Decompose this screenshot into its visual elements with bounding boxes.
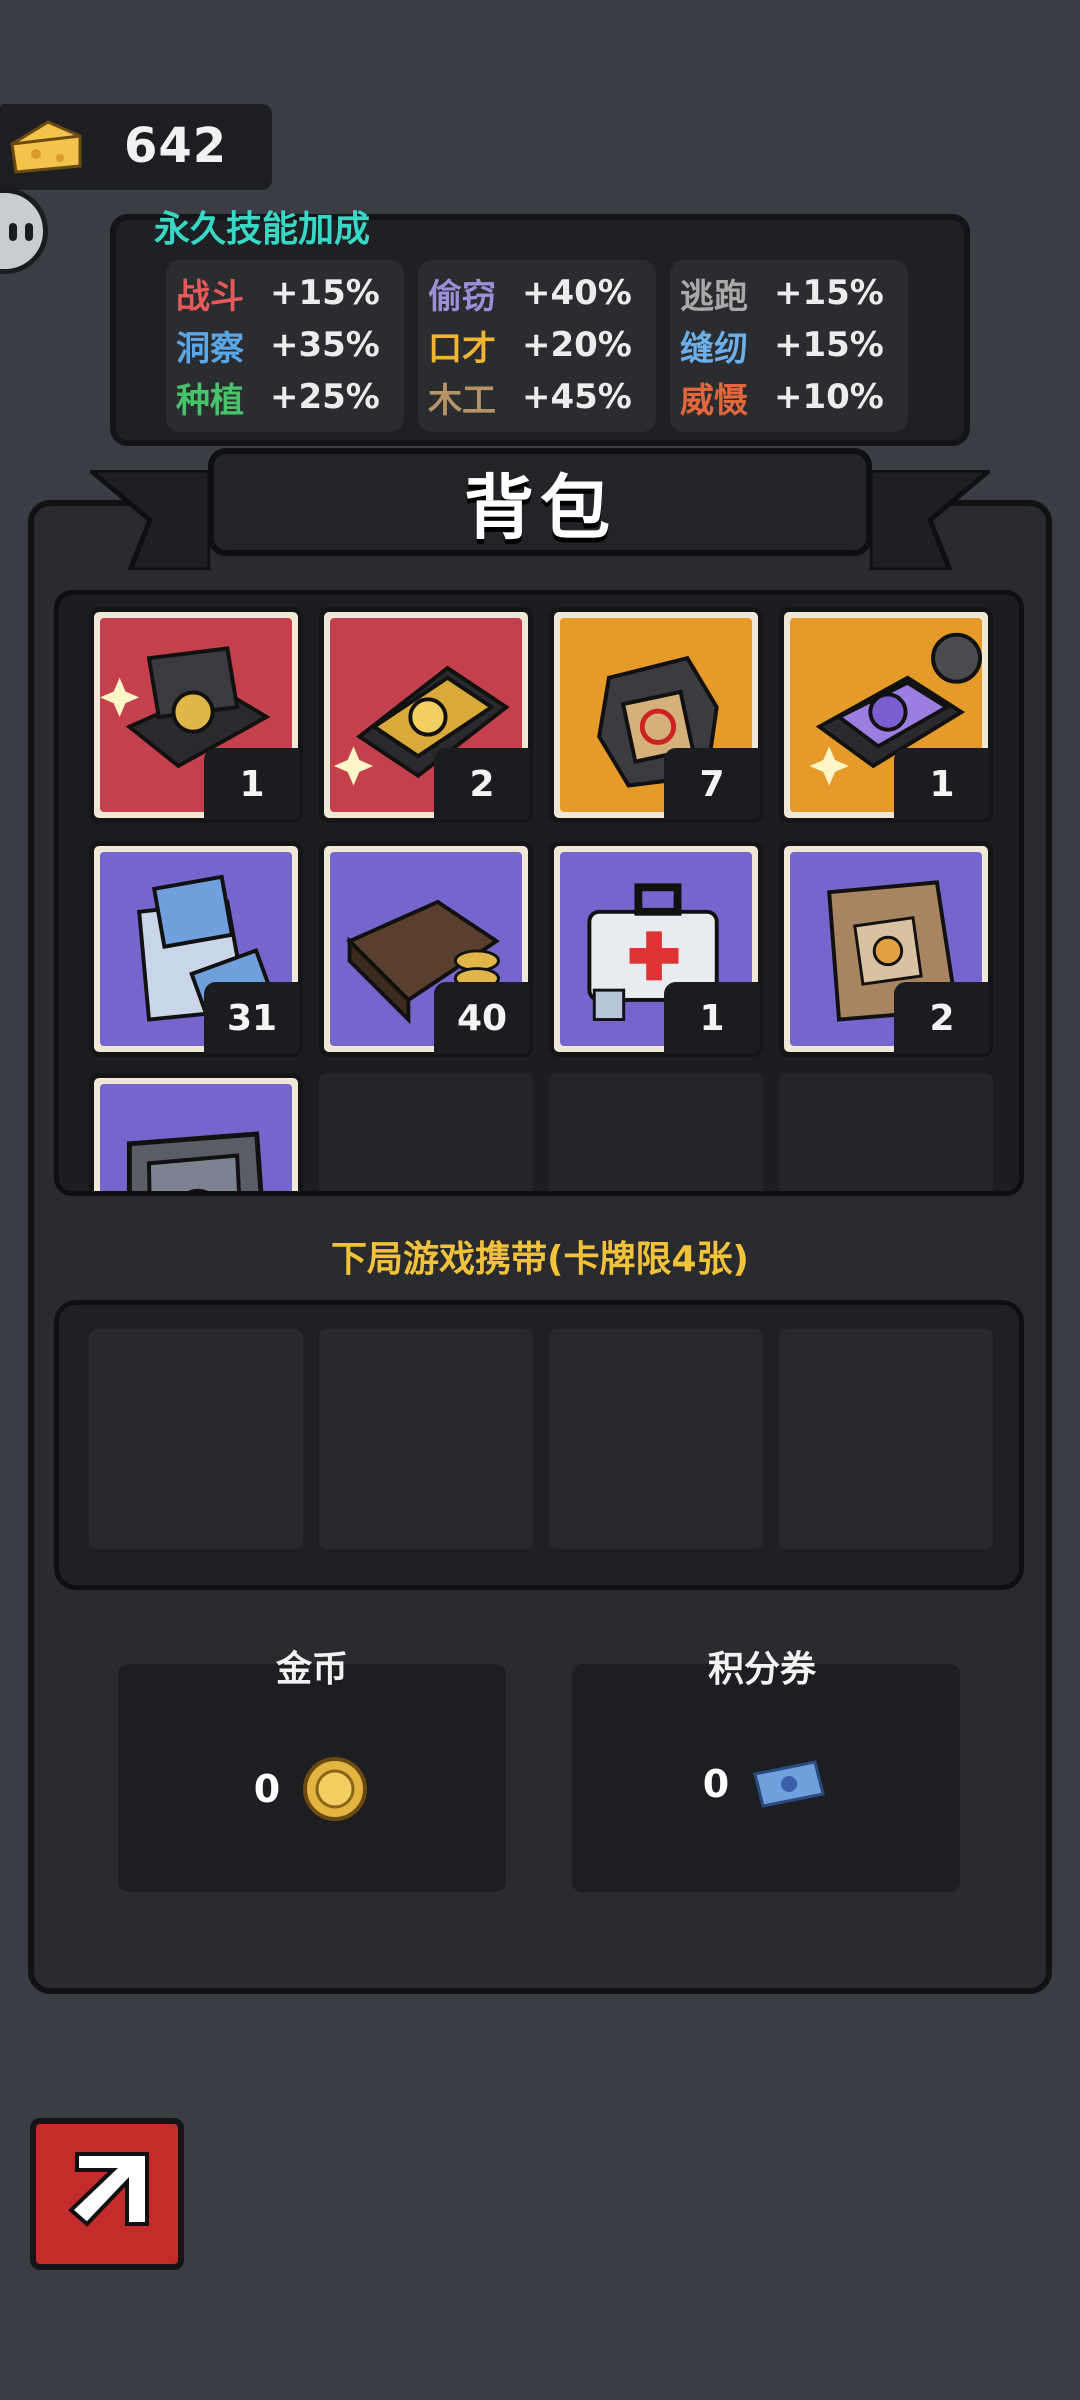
skill-row: 逃跑 +15% [680,268,884,318]
inventory-slot[interactable]: 1 [549,841,763,1057]
carry-slot[interactable] [319,1329,533,1549]
gold-value: 0 [253,1767,281,1811]
skill-value: +35% [270,325,380,365]
skill-name: 洞察 [176,328,244,369]
item-count: 31 [204,982,300,1054]
skill-panel-title: 永久技能加成 [154,209,371,250]
points-label: 积分券 [707,1649,816,1690]
item-count: 2 [434,748,530,820]
skill-value: +40% [522,273,632,313]
inventory-grid[interactable]: 1 2 7 1 31 40 1 2 [54,590,1024,1196]
carry-slot[interactable] [89,1329,303,1549]
skill-value: +15% [774,273,884,313]
carry-slots-area[interactable] [54,1300,1024,1590]
eye-icon [25,223,33,241]
empty-slot [779,1073,993,1191]
inventory-slot[interactable]: 1 [89,607,303,823]
item-count: 1 [664,982,760,1054]
skill-name: 逃跑 [680,276,748,317]
skill-value: +20% [522,325,632,365]
carry-slot[interactable] [549,1329,763,1549]
skill-column: 战斗 +15% 洞察 +35% 种植 +25% [166,260,404,432]
gold-box: 0 [118,1664,506,1892]
inventory-slot[interactable]: 2 [779,841,993,1057]
skill-value: +10% [774,377,884,417]
skill-row: 洞察 +35% [176,320,380,370]
skill-row: 缝纫 +15% [680,320,884,370]
skill-row: 战斗 +15% [176,268,380,318]
skill-value: +15% [774,325,884,365]
inventory-slot[interactable]: 1 [779,607,993,823]
skill-row: 种植 +25% [176,372,380,422]
skill-name: 偷窃 [428,276,496,317]
exit-arrow-icon [68,2152,149,2227]
cheese-count: 642 [124,118,228,174]
point-ticket-icon [753,1760,826,1808]
item-count: 1 [204,748,300,820]
gold-coin-icon [303,1757,368,1821]
backpack-title-plate: 背包 [208,448,872,556]
points-value: 0 [702,1762,730,1806]
skill-value: +45% [522,377,632,417]
inventory-slot[interactable]: 7 [549,607,763,823]
skill-name: 缝纫 [680,328,748,369]
skill-name: 种植 [176,380,244,421]
points-box: 0 [572,1664,960,1892]
skill-name: 木工 [428,380,496,421]
skill-row: 威慑 +10% [680,372,884,422]
carry-slot[interactable] [779,1329,993,1549]
item-count: 40 [434,982,530,1054]
item-count: 2 [894,982,990,1054]
item-count: 1 [894,748,990,820]
empty-slot [319,1073,533,1191]
item-count: 7 [664,748,760,820]
inventory-slot[interactable]: 40 [319,841,533,1057]
item-art [100,1084,292,1191]
cheese-icon [10,120,82,174]
skill-name: 威慑 [680,380,748,421]
skill-column: 逃跑 +15% 缝纫 +15% 威慑 +10% [670,260,908,432]
side-menu-tab[interactable] [0,188,48,274]
empty-slot [549,1073,763,1191]
skill-row: 木工 +45% [428,372,632,422]
skill-name: 战斗 [176,276,244,317]
skill-column: 偷窃 +40% 口才 +20% 木工 +45% [418,260,656,432]
carry-label: 下局游戏携带(卡牌限4张) [331,1239,749,1280]
skill-value: +15% [270,273,380,313]
skill-name: 口才 [428,328,496,369]
ribbon-decoration [90,470,210,570]
ribbon-decoration [870,470,990,570]
points-value-row: 0 [572,1754,960,1814]
inventory-slot[interactable]: 2 [319,607,533,823]
inventory-slot[interactable] [89,1073,303,1191]
inventory-slot[interactable]: 31 [89,841,303,1057]
gold-label: 金币 [275,1649,348,1690]
skill-row: 口才 +20% [428,320,632,370]
skill-row: 偷窃 +40% [428,268,632,318]
back-button[interactable] [30,2118,184,2270]
cheese-counter: 642 [0,104,272,190]
skill-value: +25% [270,377,380,417]
eye-icon [9,223,17,241]
metal-case-icon [126,1131,264,1191]
backpack-title: 背包 [464,466,616,549]
gold-value-row: 0 [118,1754,506,1824]
